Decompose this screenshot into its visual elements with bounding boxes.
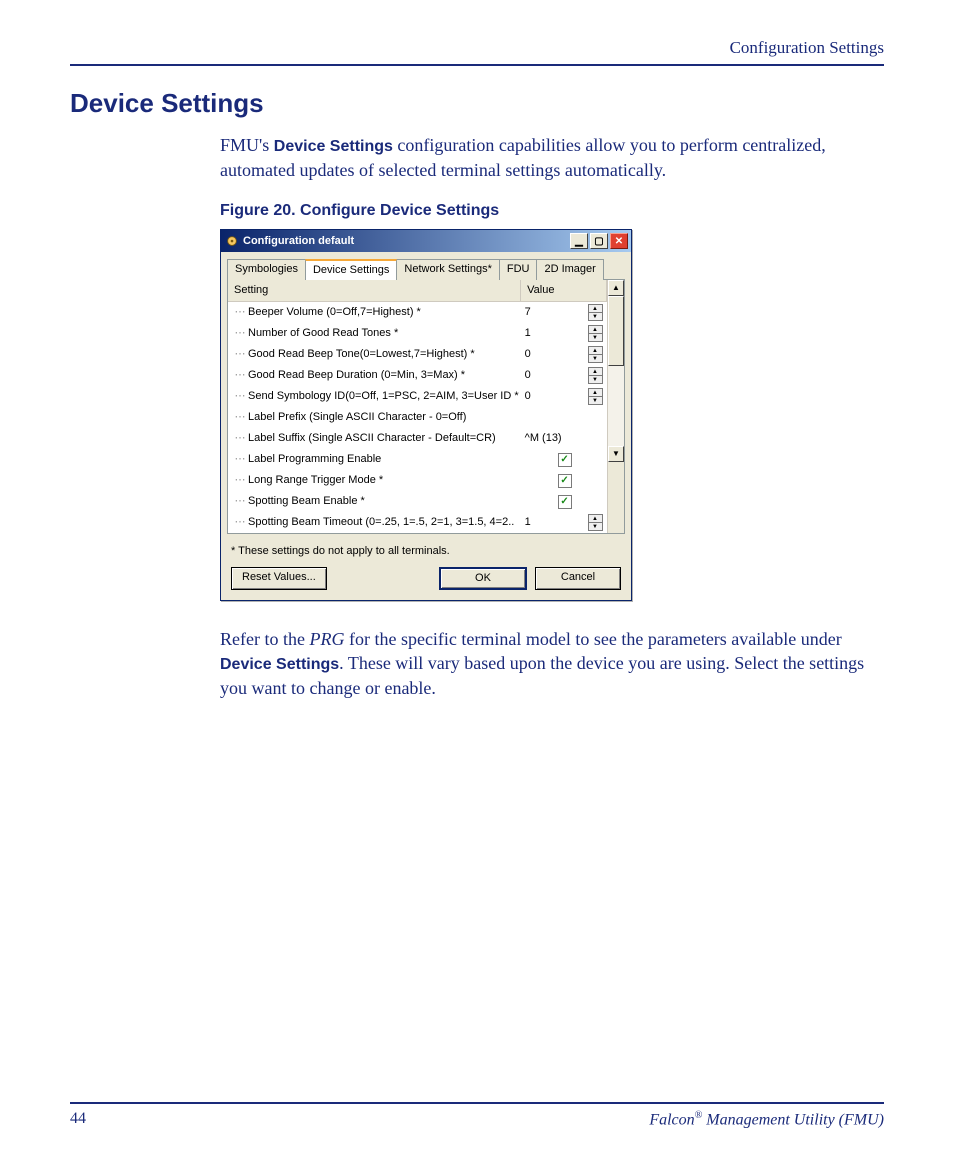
spin-down-icon[interactable]: ▼: [589, 334, 602, 341]
checkbox[interactable]: ✓: [558, 453, 572, 467]
tab-device-settings[interactable]: Device Settings: [305, 259, 397, 280]
spin-up-icon[interactable]: ▲: [589, 305, 602, 313]
table-row[interactable]: ⋯Label Prefix (Single ASCII Character - …: [228, 407, 607, 428]
vertical-scrollbar[interactable]: ▲ ▼: [607, 280, 624, 533]
product-post: Management Utility (FMU): [702, 1111, 884, 1128]
page-footer: 44 Falcon® Management Utility (FMU): [70, 1102, 884, 1129]
page-number: 44: [70, 1110, 86, 1129]
col-setting[interactable]: Setting: [228, 280, 521, 301]
spin-down-icon[interactable]: ▼: [589, 355, 602, 362]
intro-pre: FMU's: [220, 135, 274, 155]
spin-up-icon[interactable]: ▲: [589, 347, 602, 355]
config-dialog: Configuration default ▁ ▢ ✕ Symbologies …: [220, 229, 632, 600]
dialog-title: Configuration default: [243, 234, 354, 249]
setting-name: ⋯Spotting Beam Enable *: [228, 491, 521, 512]
table-row[interactable]: ⋯Send Symbology ID(0=Off, 1=PSC, 2=AIM, …: [228, 386, 607, 407]
setting-value[interactable]: ✓: [521, 491, 607, 512]
product-pre: Falcon: [649, 1111, 694, 1128]
setting-value[interactable]: 0▲▼: [521, 344, 607, 365]
setting-name: ⋯Label Suffix (Single ASCII Character - …: [228, 428, 521, 449]
settings-table: Setting Value ⋯Beeper Volume (0=Off,7=Hi…: [228, 280, 607, 533]
gear-icon: [225, 234, 239, 248]
setting-value[interactable]: ^M (13): [521, 428, 607, 449]
tab-fdu[interactable]: FDU: [499, 259, 538, 280]
close-button[interactable]: ✕: [610, 233, 628, 249]
figure-caption: Figure 20. Configure Device Settings: [220, 200, 884, 222]
tab-symbologies[interactable]: Symbologies: [227, 259, 306, 280]
dialog-titlebar[interactable]: Configuration default ▁ ▢ ✕: [221, 230, 631, 252]
setting-value[interactable]: ✓: [521, 470, 607, 491]
setting-value[interactable]: 1▲▼: [521, 323, 607, 344]
setting-name: ⋯Send Symbology ID(0=Off, 1=PSC, 2=AIM, …: [228, 386, 521, 407]
minimize-button[interactable]: ▁: [570, 233, 588, 249]
maximize-button[interactable]: ▢: [590, 233, 608, 249]
cancel-button[interactable]: Cancel: [535, 567, 621, 590]
spinner[interactable]: ▲▼: [588, 514, 603, 531]
scroll-up-icon[interactable]: ▲: [608, 280, 624, 296]
spin-down-icon[interactable]: ▼: [589, 376, 602, 383]
spin-up-icon[interactable]: ▲: [589, 368, 602, 376]
table-row[interactable]: ⋯Spotting Beam Timeout (0=.25, 1=.5, 2=1…: [228, 512, 607, 533]
intro-bold: Device Settings: [274, 138, 393, 155]
setting-value[interactable]: 7▲▼: [521, 302, 607, 324]
scroll-down-icon[interactable]: ▼: [608, 446, 624, 462]
table-row[interactable]: ⋯Spotting Beam Enable * ✓: [228, 491, 607, 512]
spinner[interactable]: ▲▼: [588, 304, 603, 321]
p2-italic: PRG: [309, 629, 344, 649]
setting-value[interactable]: 0▲▼: [521, 365, 607, 386]
table-row[interactable]: ⋯Beeper Volume (0=Off,7=Highest) *7▲▼: [228, 302, 607, 324]
spin-down-icon[interactable]: ▼: [589, 313, 602, 320]
table-row[interactable]: ⋯Label Suffix (Single ASCII Character - …: [228, 428, 607, 449]
tab-network-settings[interactable]: Network Settings*: [396, 259, 499, 280]
spin-down-icon[interactable]: ▼: [589, 523, 602, 530]
checkbox[interactable]: ✓: [558, 495, 572, 509]
setting-value[interactable]: 1▲▼: [521, 512, 607, 533]
header-section: Configuration Settings: [70, 38, 884, 66]
spin-up-icon[interactable]: ▲: [589, 389, 602, 397]
spin-up-icon[interactable]: ▲: [589, 326, 602, 334]
product-name: Falcon® Management Utility (FMU): [649, 1110, 884, 1129]
table-row[interactable]: ⋯Good Read Beep Duration (0=Min, 3=Max) …: [228, 365, 607, 386]
spin-down-icon[interactable]: ▼: [589, 397, 602, 404]
spinner[interactable]: ▲▼: [588, 325, 603, 342]
p2-t1: Refer to the: [220, 629, 309, 649]
setting-value[interactable]: 0▲▼: [521, 386, 607, 407]
paragraph-2: Refer to the PRG for the specific termin…: [220, 627, 884, 700]
reset-values-button[interactable]: Reset Values...: [231, 567, 327, 590]
table-row[interactable]: ⋯Number of Good Read Tones *1▲▼: [228, 323, 607, 344]
table-row[interactable]: ⋯Label Programming Enable ✓: [228, 449, 607, 470]
intro-paragraph: FMU's Device Settings configuration capa…: [220, 133, 884, 182]
setting-value[interactable]: ✓: [521, 449, 607, 470]
table-row[interactable]: ⋯Good Read Beep Tone(0=Lowest,7=Highest)…: [228, 344, 607, 365]
p2-bold: Device Settings: [220, 656, 339, 673]
ok-button[interactable]: OK: [439, 567, 527, 590]
spinner[interactable]: ▲▼: [588, 367, 603, 384]
settings-note: * These settings do not apply to all ter…: [221, 540, 631, 561]
p2-t2: for the specific terminal model to see t…: [344, 629, 841, 649]
setting-name: ⋯Spotting Beam Timeout (0=.25, 1=.5, 2=1…: [228, 512, 521, 533]
setting-name: ⋯Label Prefix (Single ASCII Character - …: [228, 407, 521, 428]
spinner[interactable]: ▲▼: [588, 346, 603, 363]
col-value[interactable]: Value: [521, 280, 607, 301]
tab-panel: Setting Value ⋯Beeper Volume (0=Off,7=Hi…: [227, 279, 625, 534]
setting-name: ⋯Beeper Volume (0=Off,7=Highest) *: [228, 302, 521, 324]
tab-strip: Symbologies Device Settings Network Sett…: [221, 252, 631, 279]
setting-value[interactable]: [521, 407, 607, 428]
spinner[interactable]: ▲▼: [588, 388, 603, 405]
table-row[interactable]: ⋯Long Range Trigger Mode * ✓: [228, 470, 607, 491]
checkbox[interactable]: ✓: [558, 474, 572, 488]
scroll-thumb[interactable]: [608, 296, 624, 366]
setting-name: ⋯Number of Good Read Tones *: [228, 323, 521, 344]
setting-name: ⋯Good Read Beep Duration (0=Min, 3=Max) …: [228, 365, 521, 386]
setting-name: ⋯Label Programming Enable: [228, 449, 521, 470]
spin-up-icon[interactable]: ▲: [589, 515, 602, 523]
setting-name: ⋯Long Range Trigger Mode *: [228, 470, 521, 491]
page-title: Device Settings: [70, 88, 884, 119]
tab-2d-imager[interactable]: 2D Imager: [536, 259, 603, 280]
setting-name: ⋯Good Read Beep Tone(0=Lowest,7=Highest)…: [228, 344, 521, 365]
